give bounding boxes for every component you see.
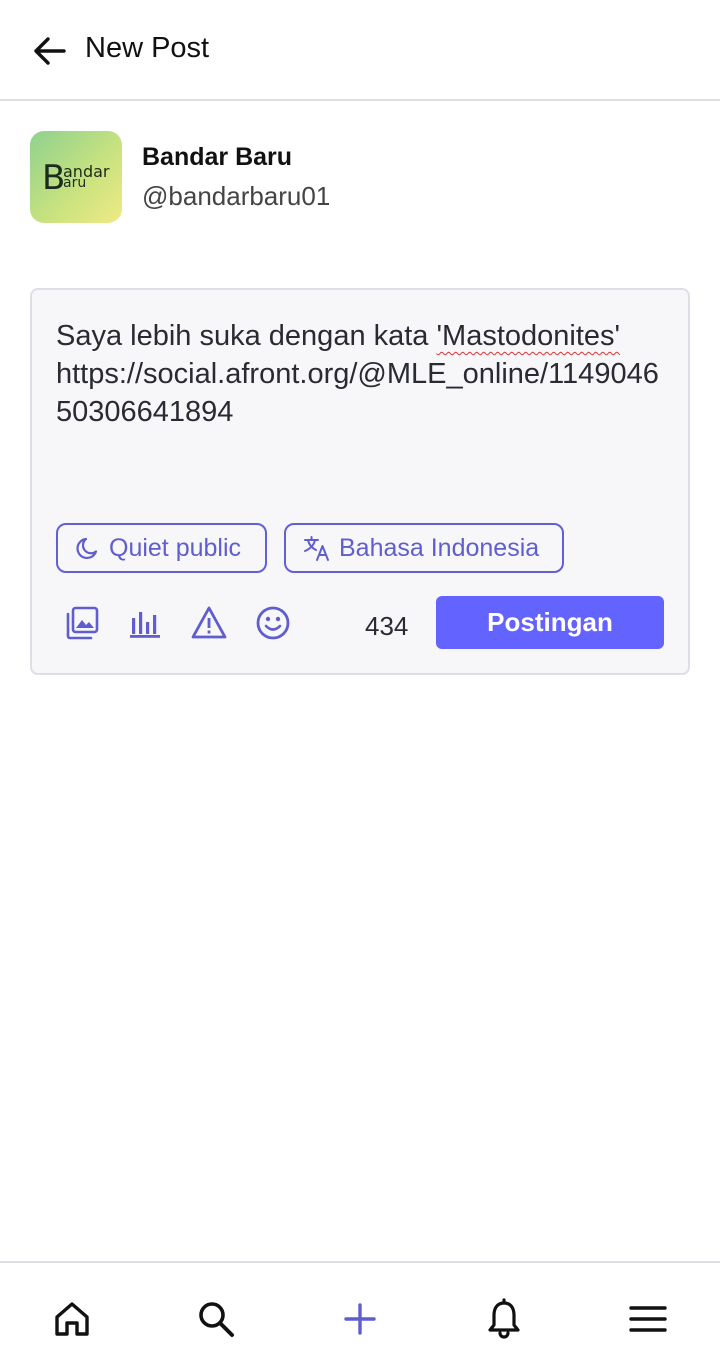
poll-icon	[130, 612, 160, 638]
app-header: New Post	[0, 0, 720, 101]
menu-icon	[629, 1306, 667, 1332]
post-text-line: Saya lebih suka dengan kata	[56, 320, 437, 352]
bottom-navigation	[0, 1261, 720, 1368]
emoji-icon	[256, 606, 290, 640]
visibility-selector[interactable]: Quiet public	[56, 523, 267, 573]
visibility-label: Quiet public	[109, 533, 242, 562]
avatar: B andar aru	[30, 131, 122, 223]
avatar-logo-bottom: aru	[63, 175, 87, 191]
display-name: Bandar Baru	[142, 143, 293, 171]
language-selector[interactable]: Bahasa Indonesia	[284, 523, 564, 573]
search-icon	[199, 1302, 234, 1337]
post-button[interactable]: Postingan	[436, 596, 664, 649]
misspelled-word: 'Mastodonites'	[436, 320, 621, 352]
emoji-button[interactable]	[253, 603, 293, 643]
account-info: B andar aru Bandar Baru @bandarbaru01	[30, 131, 690, 225]
post-text-link: https://social.afront.org/@MLE_online/11…	[56, 358, 659, 428]
translate-icon	[304, 536, 329, 561]
avatar-logo-letter: B	[42, 158, 66, 198]
page-title: New Post	[85, 32, 210, 64]
nav-compose-button[interactable]	[338, 1297, 382, 1341]
post-composer: Saya lebih suka dengan kata 'Mastodonite…	[30, 288, 690, 675]
character-counter: 434	[365, 611, 409, 641]
bell-icon	[488, 1298, 520, 1339]
add-poll-button[interactable]	[125, 603, 165, 643]
home-icon	[55, 1302, 89, 1336]
add-media-button[interactable]	[62, 603, 102, 643]
warning-icon	[191, 606, 227, 639]
nav-menu-button[interactable]	[626, 1297, 670, 1341]
nav-search-button[interactable]	[194, 1297, 238, 1341]
post-text-input[interactable]: Saya lebih suka dengan kata 'Mastodonite…	[56, 317, 666, 431]
back-button[interactable]	[24, 26, 74, 76]
media-icon	[66, 606, 99, 640]
plus-icon	[344, 1303, 376, 1335]
moon-icon	[76, 537, 98, 560]
account-handle: @bandarbaru01	[142, 181, 331, 211]
content-warning-button[interactable]	[189, 603, 229, 643]
language-label: Bahasa Indonesia	[339, 533, 540, 562]
nav-notifications-button[interactable]	[482, 1297, 526, 1341]
nav-home-button[interactable]	[50, 1297, 94, 1341]
arrow-left-icon	[34, 37, 66, 65]
